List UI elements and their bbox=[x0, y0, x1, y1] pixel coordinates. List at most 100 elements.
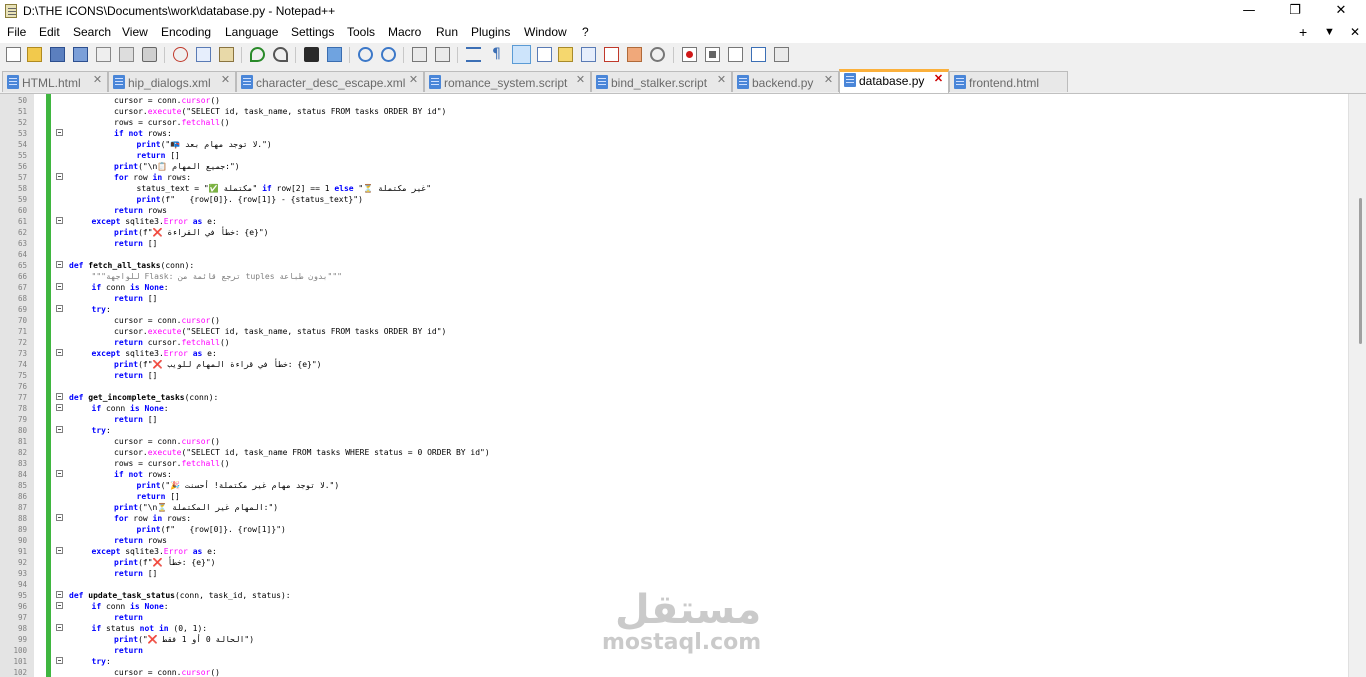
code-line[interactable]: 74 print(f"❌ خطأ في قراءة المهام للويب: {… bbox=[0, 359, 1350, 370]
code-line[interactable]: 88 for row in rows: bbox=[0, 513, 1350, 524]
replace-icon[interactable] bbox=[327, 47, 342, 62]
code-line[interactable]: 70 cursor = conn.cursor() bbox=[0, 315, 1350, 326]
code-line[interactable]: 102 cursor = conn.cursor() bbox=[0, 667, 1350, 677]
code-line[interactable]: 101 try: bbox=[0, 656, 1350, 667]
code-line[interactable]: 63 return [] bbox=[0, 238, 1350, 249]
code-line[interactable]: 61 except sqlite3.Error as e: bbox=[0, 216, 1350, 227]
fold-toggle-icon[interactable] bbox=[56, 591, 63, 598]
fold-toggle-icon[interactable] bbox=[56, 547, 63, 554]
paste-icon[interactable] bbox=[219, 47, 234, 62]
print-icon[interactable] bbox=[142, 47, 157, 62]
save-all-icon[interactable] bbox=[73, 47, 88, 62]
new-tab-plus-button[interactable]: + bbox=[1299, 24, 1307, 40]
code-line[interactable]: 53 if not rows: bbox=[0, 128, 1350, 139]
tab-html-html[interactable]: HTML.html ✕ bbox=[2, 71, 108, 92]
document-list-icon[interactable] bbox=[581, 47, 596, 62]
vertical-scrollbar[interactable] bbox=[1348, 94, 1366, 677]
close-document-button[interactable]: ✕ bbox=[1350, 25, 1360, 39]
menu-language[interactable]: Language bbox=[223, 25, 280, 39]
fold-toggle-icon[interactable] bbox=[56, 129, 63, 136]
tab-close-icon[interactable]: ✕ bbox=[823, 75, 834, 86]
save-icon[interactable] bbox=[50, 47, 65, 62]
zoom-out-icon[interactable] bbox=[381, 47, 396, 62]
code-line[interactable]: 89 print(f" {row[0]}. {row[1]}") bbox=[0, 524, 1350, 535]
code-line[interactable]: 81 cursor = conn.cursor() bbox=[0, 436, 1350, 447]
close-icon[interactable] bbox=[96, 47, 111, 62]
menu-encoding[interactable]: Encoding bbox=[159, 25, 213, 39]
show-all-chars-icon[interactable]: ¶ bbox=[489, 47, 504, 62]
code-line[interactable]: 58 status_text = "✅ مكتملة" if row[2] == … bbox=[0, 183, 1350, 194]
code-line[interactable]: 84 if not rows: bbox=[0, 469, 1350, 480]
fold-toggle-icon[interactable] bbox=[56, 173, 63, 180]
monitor-icon[interactable] bbox=[650, 47, 665, 62]
fold-toggle-icon[interactable] bbox=[56, 283, 63, 290]
fold-toggle-icon[interactable] bbox=[56, 657, 63, 664]
undo-icon[interactable] bbox=[250, 47, 265, 62]
code-line[interactable]: 60 return rows bbox=[0, 205, 1350, 216]
fold-toggle-icon[interactable] bbox=[56, 404, 63, 411]
menu-settings[interactable]: Settings bbox=[289, 25, 336, 39]
stop-macro-icon[interactable] bbox=[705, 47, 720, 62]
code-line[interactable]: 80 try: bbox=[0, 425, 1350, 436]
code-line[interactable]: 77 def get_incomplete_tasks(conn): bbox=[0, 392, 1350, 403]
run-macro-multiple-icon[interactable] bbox=[751, 47, 766, 62]
menu-help[interactable]: ? bbox=[580, 25, 591, 39]
code-line[interactable]: 55 return [] bbox=[0, 150, 1350, 161]
play-macro-icon[interactable] bbox=[728, 47, 743, 62]
folder-icon[interactable] bbox=[627, 47, 642, 62]
menu-edit[interactable]: Edit bbox=[37, 25, 62, 39]
fold-toggle-icon[interactable] bbox=[56, 470, 63, 477]
code-line[interactable]: 66 """للواجهة Flask: ترجع قائمة من tuples… bbox=[0, 271, 1350, 282]
word-wrap-icon[interactable] bbox=[466, 47, 481, 62]
code-line[interactable]: 50 cursor = conn.cursor() bbox=[0, 95, 1350, 106]
save-macro-icon[interactable] bbox=[774, 47, 789, 62]
indent-guide-icon[interactable] bbox=[512, 45, 531, 64]
code-line[interactable]: 59 print(f" {row[0]}. {row[1]} - {status_… bbox=[0, 194, 1350, 205]
fold-toggle-icon[interactable] bbox=[56, 393, 63, 400]
code-line[interactable]: 93 return [] bbox=[0, 568, 1350, 579]
function-list-icon[interactable] bbox=[558, 47, 573, 62]
menu-macro[interactable]: Macro bbox=[386, 25, 423, 39]
fold-toggle-icon[interactable] bbox=[56, 261, 63, 268]
code-line[interactable]: 79 return [] bbox=[0, 414, 1350, 425]
fold-toggle-icon[interactable] bbox=[56, 624, 63, 631]
code-line[interactable]: 75 return [] bbox=[0, 370, 1350, 381]
code-line[interactable]: 51 cursor.execute("SELECT id, task_name, … bbox=[0, 106, 1350, 117]
code-line[interactable]: 52 rows = cursor.fetchall() bbox=[0, 117, 1350, 128]
code-line[interactable]: 56 print("\n📋 جميع المهام:") bbox=[0, 161, 1350, 172]
close-window-button[interactable]: ✕ bbox=[1318, 0, 1364, 23]
zoom-in-icon[interactable] bbox=[358, 47, 373, 62]
new-file-icon[interactable] bbox=[6, 47, 21, 62]
doc-map-icon[interactable] bbox=[537, 47, 552, 62]
fold-toggle-icon[interactable] bbox=[56, 305, 63, 312]
code-line[interactable]: 65 def fetch_all_tasks(conn): bbox=[0, 260, 1350, 271]
find-icon[interactable] bbox=[304, 47, 319, 62]
code-line[interactable]: 78 if conn is None: bbox=[0, 403, 1350, 414]
code-line[interactable]: 83 rows = cursor.fetchall() bbox=[0, 458, 1350, 469]
tab-frontend-html[interactable]: frontend.html bbox=[949, 71, 1068, 92]
code-line[interactable]: 64 bbox=[0, 249, 1350, 260]
tab-hip-dialogs-xml[interactable]: hip_dialogs.xml ✕ bbox=[108, 71, 236, 92]
menu-plugins[interactable]: Plugins bbox=[469, 25, 512, 39]
maximize-button[interactable]: ❐ bbox=[1272, 0, 1318, 23]
tab-close-icon[interactable]: ✕ bbox=[408, 75, 419, 86]
tab-close-icon[interactable]: ✕ bbox=[92, 75, 103, 86]
code-line[interactable]: 92 print(f"❌ خطأ: {e}") bbox=[0, 557, 1350, 568]
code-line[interactable]: 85 print("🎉 لا توجد مهام غير مكتملة! أحسن… bbox=[0, 480, 1350, 491]
code-line[interactable]: 54 print("📭 لا توجد مهام بعد.") bbox=[0, 139, 1350, 150]
tab-list-dropdown-button[interactable]: ▼ bbox=[1324, 26, 1335, 38]
fold-toggle-icon[interactable] bbox=[56, 602, 63, 609]
code-line[interactable]: 73 except sqlite3.Error as e: bbox=[0, 348, 1350, 359]
code-line[interactable]: 90 return rows bbox=[0, 535, 1350, 546]
close-all-icon[interactable] bbox=[119, 47, 134, 62]
code-line[interactable]: 72 return cursor.fetchall() bbox=[0, 337, 1350, 348]
tab-character-desc-escape-xml[interactable]: character_desc_escape.xml ✕ bbox=[236, 71, 424, 92]
fold-toggle-icon[interactable] bbox=[56, 349, 63, 356]
open-file-icon[interactable] bbox=[27, 47, 42, 62]
code-line[interactable]: 87 print("\n⏳ المهام غير المكتملة:") bbox=[0, 502, 1350, 513]
tab-close-icon[interactable]: ✕ bbox=[716, 75, 727, 86]
tab-close-icon[interactable]: ✕ bbox=[220, 75, 231, 86]
code-line[interactable]: 62 print(f"❌ خطأ في القراءة: {e}") bbox=[0, 227, 1350, 238]
menu-view[interactable]: View bbox=[120, 25, 150, 39]
copy-icon[interactable] bbox=[196, 47, 211, 62]
